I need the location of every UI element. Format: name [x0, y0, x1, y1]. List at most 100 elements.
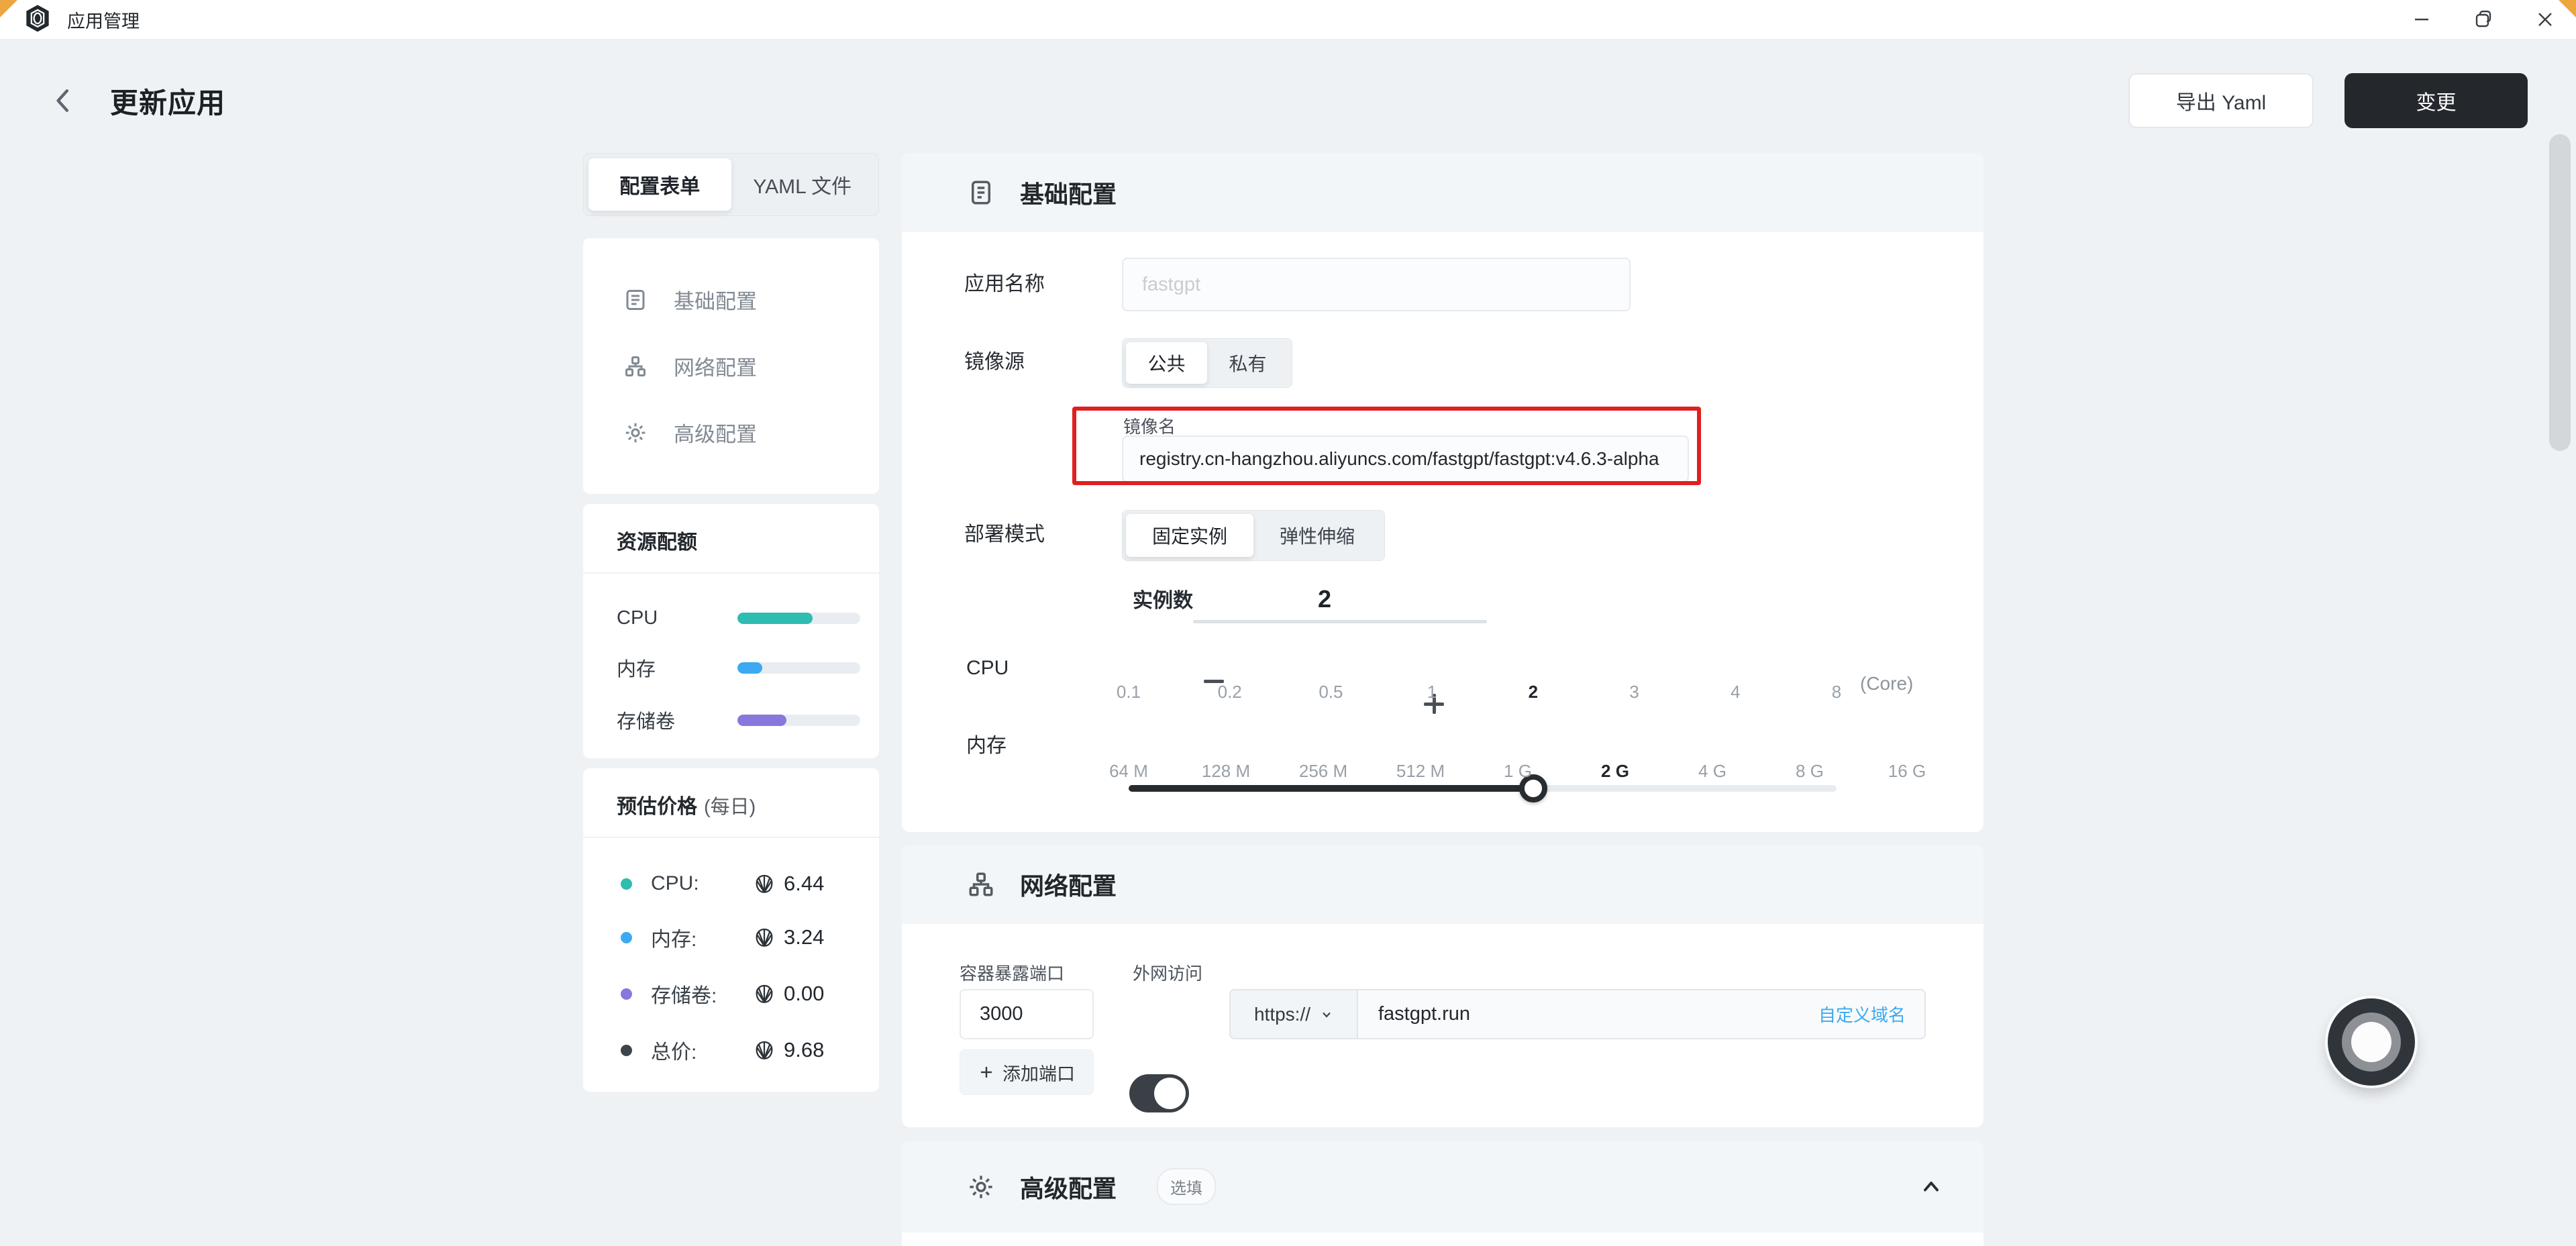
- corner-accent: [2559, 0, 2576, 17]
- domain-field[interactable]: fastgpt.run 自定义域名: [1358, 990, 1924, 1038]
- deploy-mode-segment: 固定实例 弹性伸缩: [1122, 510, 1385, 561]
- optional-badge: 选填: [1157, 1168, 1216, 1205]
- window-controls: [2391, 0, 2576, 39]
- image-name-label: 镜像名: [1123, 413, 1176, 438]
- custom-domain-link[interactable]: 自定义域名: [1818, 1002, 1906, 1027]
- sidebar-item-basic-config[interactable]: 基础配置: [583, 266, 879, 333]
- price-row-storage: 存储卷: 0.00: [621, 979, 860, 1008]
- form-icon: [966, 178, 996, 207]
- app-name-label: 应用名称: [964, 258, 1045, 311]
- network-icon: [623, 354, 648, 379]
- price-row-memory: 内存: 3.24: [621, 923, 860, 952]
- deploy-mode-label: 部署模式: [964, 510, 1045, 560]
- corner-accent: [0, 0, 17, 17]
- cpu-slider[interactable]: [1129, 785, 1837, 792]
- total-dot: [621, 1045, 632, 1056]
- basic-config-header: 基础配置: [902, 153, 1983, 232]
- cpu-quota-bar: [737, 613, 860, 624]
- section-title: 高级配置: [1020, 1170, 1117, 1204]
- price-subtitle: (每日): [704, 796, 756, 818]
- resource-quota-card: 资源配额 CPU 内存 存储卷: [583, 504, 879, 758]
- port-label: 容器暴露端口: [960, 960, 1064, 985]
- image-name-input[interactable]: [1122, 435, 1689, 482]
- deploy-mode-fixed[interactable]: 固定实例: [1126, 514, 1253, 557]
- price-row-total: 总价: 9.68: [621, 1035, 860, 1065]
- restore-button[interactable]: [2453, 0, 2514, 39]
- cpu-unit-label: (Core): [1860, 673, 1913, 694]
- memory-dot: [621, 932, 632, 943]
- sidebar: 配置表单 YAML 文件 基础配置 网络配置 高级配置 资源配额 CPU: [583, 153, 879, 1092]
- config-mode-tabs: 配置表单 YAML 文件: [583, 153, 879, 216]
- port-input[interactable]: [960, 989, 1094, 1039]
- memory-slider-ticks: 64 M 128 M 256 M 512 M 1 G 2 G 4 G 8 G 1…: [1129, 761, 1907, 782]
- memory-slider-label: 内存: [966, 731, 1007, 761]
- export-yaml-button[interactable]: 导出 Yaml: [2128, 73, 2314, 128]
- domain-group: https:// fastgpt.run 自定义域名: [1229, 989, 1926, 1039]
- storage-quota-bar: [737, 715, 860, 726]
- advanced-config-header[interactable]: 高级配置 选填: [902, 1141, 1983, 1233]
- cpu-slider-ticks: 0.1 0.2 0.5 1 2 3 4 8: [1129, 682, 1837, 703]
- minimize-button[interactable]: [2391, 0, 2453, 39]
- price-title: 预估价格(每日): [583, 768, 879, 837]
- sidebar-item-label: 高级配置: [674, 417, 757, 448]
- back-button[interactable]: [48, 86, 78, 115]
- coin-shell-icon: [753, 926, 776, 949]
- quota-row-storage: 存储卷: [617, 706, 860, 734]
- domain-value: fastgpt.run: [1378, 1003, 1470, 1025]
- section-nav-card: 基础配置 网络配置 高级配置: [583, 238, 879, 494]
- sidebar-item-network-config[interactable]: 网络配置: [583, 333, 879, 399]
- protocol-select[interactable]: https://: [1231, 990, 1358, 1038]
- image-source-private[interactable]: 私有: [1207, 342, 1288, 384]
- page-header: 更新应用 导出 Yaml 变更: [0, 40, 2576, 127]
- sidebar-item-advanced-config[interactable]: 高级配置: [583, 399, 879, 466]
- page-title: 更新应用: [110, 81, 225, 121]
- quota-title: 资源配额: [583, 504, 879, 572]
- price-card: 预估价格(每日) CPU: 6.44 内存: 3.24 存储卷: 0.00: [583, 768, 879, 1092]
- sidebar-item-label: 网络配置: [674, 351, 757, 381]
- external-access-toggle[interactable]: [1129, 1074, 1189, 1112]
- window-title: 应用管理: [67, 7, 140, 33]
- collapse-chevron-up-icon[interactable]: [1919, 1175, 1943, 1199]
- image-source-segment: 公共 私有: [1122, 338, 1292, 388]
- sidebar-item-label: 基础配置: [674, 284, 757, 315]
- replicas-value: 2: [1278, 585, 1372, 613]
- plus-icon: [978, 1064, 994, 1080]
- cpu-slider-label: CPU: [966, 654, 1009, 683]
- quota-row-memory: 内存: [617, 654, 860, 682]
- advanced-config-card: 高级配置 选填: [902, 1141, 1983, 1246]
- image-source-label: 镜像源: [964, 338, 1025, 386]
- coin-shell-icon: [753, 872, 776, 895]
- window-titlebar: 应用管理: [0, 0, 2576, 40]
- network-icon: [966, 870, 996, 899]
- scrollbar-thumb[interactable]: [2549, 134, 2571, 451]
- network-config-card: 网络配置 容器暴露端口 外网访问 https:// fastgpt.run 自定…: [902, 845, 1983, 1127]
- memory-quota-bar: [737, 662, 860, 674]
- tab-yaml-file[interactable]: YAML 文件: [731, 158, 874, 211]
- quota-row-cpu: CPU: [617, 607, 860, 629]
- cpu-slider-fill: [1129, 785, 1533, 792]
- tab-config-form[interactable]: 配置表单: [588, 158, 731, 211]
- replicas-label: 实例数: [1133, 582, 1193, 620]
- network-config-header: 网络配置: [902, 845, 1983, 924]
- app-name-input[interactable]: [1122, 258, 1631, 311]
- click-indicator: [2328, 998, 2415, 1086]
- price-row-cpu: CPU: 6.44: [621, 872, 860, 896]
- section-title: 基础配置: [1020, 175, 1117, 210]
- gear-icon: [966, 1172, 996, 1202]
- deploy-mode-autoscale[interactable]: 弹性伸缩: [1253, 514, 1381, 557]
- add-port-button[interactable]: 添加端口: [960, 1049, 1094, 1095]
- storage-dot: [621, 988, 632, 1000]
- cpu-dot: [621, 878, 632, 890]
- gear-icon: [623, 420, 648, 446]
- coin-shell-icon: [753, 1039, 776, 1061]
- section-title: 网络配置: [1020, 867, 1117, 902]
- image-source-public[interactable]: 公共: [1126, 342, 1207, 384]
- form-icon: [623, 287, 648, 313]
- app-logo-icon: [24, 5, 51, 34]
- external-access-label: 外网访问: [1133, 960, 1202, 985]
- chevron-down-icon: [1320, 1008, 1333, 1021]
- basic-config-card: 基础配置 应用名称 镜像源 公共 私有 镜像名 部署模式 固定实例 弹性伸缩 实…: [902, 153, 1983, 832]
- change-button[interactable]: 变更: [2345, 73, 2528, 128]
- stepper-underline: [1193, 620, 1487, 623]
- toggle-knob: [1154, 1078, 1186, 1109]
